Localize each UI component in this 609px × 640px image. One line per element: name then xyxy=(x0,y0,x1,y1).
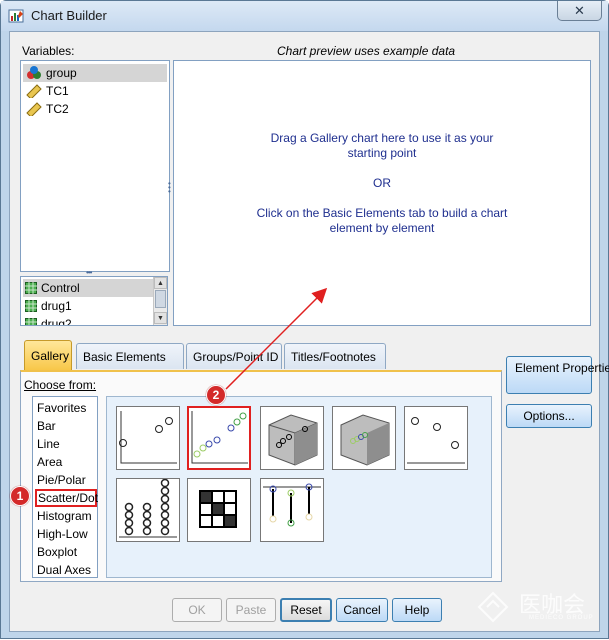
summary-point-thumbnail[interactable] xyxy=(404,406,468,470)
title-bar: Chart Builder ✕ xyxy=(1,1,608,31)
paste-button[interactable]: Paste xyxy=(226,598,276,622)
variable-item-group[interactable]: group xyxy=(23,64,167,82)
simple-3d-scatter-thumbnail[interactable] xyxy=(260,406,324,470)
tab-basic-elements[interactable]: Basic Elements xyxy=(76,343,184,369)
chart-type-item[interactable]: Histogram xyxy=(35,507,97,525)
chart-preview-canvas[interactable]: Drag a Gallery chart here to use it as y… xyxy=(173,60,591,326)
variable-label: group xyxy=(46,66,77,80)
chart-type-item[interactable]: Bar xyxy=(35,417,97,435)
step-badge-2: 2 xyxy=(206,385,226,405)
chart-type-item[interactable]: Pie/Polar xyxy=(35,471,97,489)
cancel-button[interactable]: Cancel xyxy=(336,598,388,622)
scatterplot-matrix-thumbnail[interactable] xyxy=(187,478,251,542)
chart-type-item[interactable]: Dual Axes xyxy=(35,561,97,579)
preview-instruction-line: Drag a Gallery chart here to use it as y… xyxy=(270,131,494,145)
options-button[interactable]: Options... xyxy=(506,404,592,428)
simple-scatter-icon xyxy=(119,411,177,464)
category-label: drug2 xyxy=(41,317,72,326)
ok-button[interactable]: OK xyxy=(172,598,222,622)
grid-table-icon xyxy=(25,282,37,294)
scroll-down-icon[interactable]: ▼ xyxy=(154,312,167,324)
chart-type-item[interactable]: Line xyxy=(35,435,97,453)
grouped-3d-scatter-thumbnail[interactable] xyxy=(332,406,396,470)
grid-table-icon xyxy=(25,318,37,325)
drop-line-icon xyxy=(263,483,321,527)
chart-type-item[interactable]: Favorites xyxy=(35,399,97,417)
scroll-thumb[interactable] xyxy=(155,290,166,308)
category-label: Control xyxy=(41,281,80,295)
dialog-body: Variables: Chart preview uses example da… xyxy=(9,31,609,632)
scale-ruler-icon xyxy=(26,102,42,116)
watermark-subtext: MEDIECO GROUP xyxy=(529,615,594,621)
nominal-icon xyxy=(27,66,41,79)
element-properties-button[interactable]: Element Properties... xyxy=(506,356,609,394)
category-list[interactable]: Control drug1 drug2 ▲ ▼ xyxy=(20,276,168,326)
preview-instruction-line: element by element xyxy=(329,221,435,235)
grouped-scatter-icon xyxy=(191,411,248,464)
chart-builder-app-icon xyxy=(8,9,24,23)
3d-scatter-icon xyxy=(268,414,318,466)
tab-strip: Gallery Basic Elements Groups/Point ID T… xyxy=(20,340,500,372)
tab-titles-footnotes[interactable]: Titles/Footnotes xyxy=(284,343,386,369)
category-item[interactable]: drug2 xyxy=(23,315,153,326)
watermark-icon xyxy=(477,591,509,623)
preview-caption: Chart preview uses example data xyxy=(277,44,456,58)
category-label: drug1 xyxy=(41,299,72,313)
variable-label: TC1 xyxy=(46,84,69,98)
grouped-3d-scatter-icon xyxy=(340,414,390,466)
scale-ruler-icon xyxy=(26,84,42,98)
help-button[interactable]: Help xyxy=(392,598,442,622)
preview-instruction-line: starting point xyxy=(347,146,417,160)
choose-from-label: Choose from: xyxy=(24,378,97,392)
variables-list[interactable]: group TC1 TC2 xyxy=(20,60,170,272)
category-item[interactable]: drug1 xyxy=(23,297,153,315)
chart-type-list[interactable]: Favorites Bar Line Area Pie/Polar Scatte… xyxy=(32,396,98,578)
tab-gallery[interactable]: Gallery xyxy=(24,340,72,370)
variables-label: Variables: xyxy=(22,44,75,58)
grid-table-icon xyxy=(25,300,37,312)
chart-type-item[interactable]: Boxplot xyxy=(35,543,97,561)
drop-line-thumbnail[interactable] xyxy=(260,478,324,542)
watermark-logo: 医咖会 MEDIECO GROUP xyxy=(473,585,603,629)
chart-builder-window: Chart Builder ✕ Variables: Chart preview… xyxy=(0,0,609,639)
chart-type-item[interactable]: High-Low xyxy=(35,525,97,543)
chart-type-item[interactable]: Area xyxy=(35,453,97,471)
category-scrollbar[interactable]: ▲ ▼ xyxy=(153,277,167,325)
step-badge-1: 1 xyxy=(10,486,30,506)
gallery-thumbnails xyxy=(106,396,492,578)
grouped-scatter-thumbnail-selected[interactable] xyxy=(187,406,251,470)
chart-type-item-scatter-dot-selected[interactable]: Scatter/Dot xyxy=(35,489,98,507)
close-button[interactable]: ✕ xyxy=(557,1,602,21)
tab-groups-point-id[interactable]: Groups/Point ID xyxy=(186,343,282,369)
reset-button[interactable]: Reset xyxy=(280,598,332,622)
window-title: Chart Builder xyxy=(31,8,107,23)
simple-dot-plot-thumbnail[interactable] xyxy=(116,478,180,542)
dot-plot-icon xyxy=(119,478,177,538)
scatter-matrix-icon xyxy=(199,490,237,528)
variable-label: TC2 xyxy=(46,102,69,116)
preview-or-text: OR xyxy=(373,176,391,190)
scroll-up-icon[interactable]: ▲ xyxy=(154,277,167,289)
preview-instruction-line: Click on the Basic Elements tab to build… xyxy=(256,206,508,220)
category-item[interactable]: Control xyxy=(23,279,153,297)
simple-scatter-thumbnail[interactable] xyxy=(116,406,180,470)
variable-item-tc2[interactable]: TC2 xyxy=(23,100,167,118)
variable-item-tc1[interactable]: TC1 xyxy=(23,82,167,100)
summary-point-icon xyxy=(407,417,465,464)
